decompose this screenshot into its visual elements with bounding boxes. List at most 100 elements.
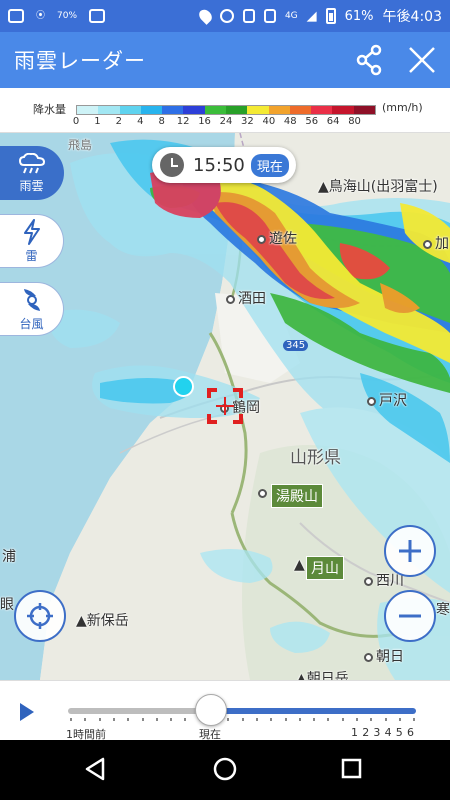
map-label-tobishima: 飛島 xyxy=(68,138,93,152)
timeline-tick xyxy=(127,718,130,721)
crosshair-icon xyxy=(27,603,53,629)
radar-map[interactable]: 飛島 ▲鳥海山(出羽富士) 遊佐 酒田 加 345 鶴岡 戸沢 山形県 湯殿山 … xyxy=(0,133,450,680)
locate-button[interactable] xyxy=(14,590,66,642)
timeline-tick xyxy=(70,718,72,721)
home-icon xyxy=(213,757,237,781)
legend-ticks: 0 1 2 4 8 12 16 24 32 40 48 56 64 80 xyxy=(72,116,382,130)
timeline-tick xyxy=(255,718,258,721)
map-tag-yudonosan: 湯殿山 xyxy=(271,484,323,508)
legend-tick: 64 xyxy=(326,116,340,127)
map-label-gassan-dot: ▲ xyxy=(294,557,305,573)
timeline-tick xyxy=(270,718,273,721)
timeline-slider-thumb[interactable] xyxy=(194,694,227,726)
back-button[interactable] xyxy=(85,757,105,781)
home-button[interactable] xyxy=(213,757,237,781)
legend-label: 降水量 xyxy=(33,103,66,116)
legend-tick: 80 xyxy=(348,116,361,127)
typhoon-button[interactable]: 台風 xyxy=(0,282,64,336)
alarm-icon xyxy=(219,9,234,23)
image-icon xyxy=(89,9,106,23)
clock-label: 午後4:03 xyxy=(382,9,442,25)
current-location-dot xyxy=(173,376,194,397)
legend-swatch xyxy=(183,106,205,114)
map-label-yudonosan xyxy=(258,485,270,501)
timeline-tick xyxy=(356,718,358,721)
timeline-tick xyxy=(170,718,173,721)
typhoon-icon xyxy=(23,288,40,311)
timeline-hour-number: 5 xyxy=(395,726,403,739)
timeline-tick xyxy=(298,718,301,721)
chat-icon xyxy=(8,9,24,23)
timeline-past-track[interactable] xyxy=(68,708,212,714)
close-icon xyxy=(409,47,435,73)
map-tag-gassan: 月山 xyxy=(306,556,344,580)
vibrate-icon xyxy=(242,9,255,23)
wifi-icon: ⦿ xyxy=(36,10,46,21)
lightning-icon xyxy=(23,218,40,245)
timeline-tick xyxy=(227,718,230,721)
legend-tick: 32 xyxy=(241,116,254,127)
typhoon-label: 台風 xyxy=(19,316,44,331)
map-label-yuza: 遊佐 xyxy=(257,228,297,248)
legend-swatch xyxy=(140,106,163,114)
zoom-in-button[interactable] xyxy=(384,525,436,577)
map-label-chokai: ▲鳥海山(出羽富士) xyxy=(318,179,438,195)
legend-tick: 8 xyxy=(158,116,165,127)
timeline-hour-number: 2 xyxy=(362,726,370,739)
map-label-yamagata: 山形県 xyxy=(290,448,341,468)
timeline-tick xyxy=(112,718,115,721)
now-badge: 現在 xyxy=(250,153,289,177)
legend-tick: 2 xyxy=(115,116,123,127)
timeline-tick xyxy=(84,718,87,721)
map-label-kan: 寒 xyxy=(436,602,450,618)
legend-swatch xyxy=(332,106,354,114)
clock-icon xyxy=(160,153,184,177)
timeline-tick xyxy=(313,718,316,721)
time-indicator: 15:50 現在 xyxy=(152,147,296,183)
legend-tick: 0 xyxy=(72,116,80,127)
precipitation-legend: 降水量 0 1 2 4 8 12 16 24 32 40 48 56 64 80 (mm/h) xyxy=(0,88,450,133)
map-label-asahidake: ▲朝日岳 xyxy=(296,671,349,680)
timeline-future-track[interactable] xyxy=(212,708,416,714)
close-button[interactable] xyxy=(402,40,442,80)
legend-tick: 4 xyxy=(137,116,144,127)
zoom-out-button[interactable] xyxy=(384,590,436,642)
legend-tick: 24 xyxy=(219,116,233,127)
rain-cloud-button[interactable]: 雨雲 xyxy=(0,146,64,200)
back-icon xyxy=(85,757,105,781)
network-label: 4G xyxy=(284,10,298,21)
map-label-shinhodake: ▲新保岳 xyxy=(76,613,129,629)
legend-swatch xyxy=(162,106,184,114)
lightning-label: 雷 xyxy=(25,248,38,263)
navigation-bar xyxy=(0,740,450,800)
legend-color-bar xyxy=(76,105,376,115)
timeline-tick xyxy=(384,718,387,721)
map-label-route: 345 xyxy=(283,340,309,351)
battery-icon xyxy=(325,8,336,24)
map-label-sakata: 酒田 xyxy=(226,288,266,308)
timeline-hour-number: 1 xyxy=(351,726,358,739)
recents-button[interactable] xyxy=(341,758,362,779)
timeline-tick xyxy=(241,718,244,721)
rain-cloud-icon xyxy=(18,152,45,173)
current-time: 15:50 xyxy=(193,154,245,176)
lightning-button[interactable]: 雷 xyxy=(0,214,64,268)
legend-swatch xyxy=(225,106,248,114)
share-button[interactable] xyxy=(350,40,390,80)
timeline: 1時間前 現在 123456 xyxy=(0,680,450,741)
timeline-tick xyxy=(184,718,187,721)
timeline-hour-number: 3 xyxy=(373,726,381,739)
legend-swatch xyxy=(119,106,141,114)
signal-icon: ◢ xyxy=(306,8,317,24)
map-label-kanayama: 加 xyxy=(423,233,449,253)
map-label-megane: 眼 xyxy=(0,597,14,613)
status-bar: ⦿ 70% 4G ◢ 61% 午後4:03 xyxy=(0,0,450,32)
battery-small-label: 70% xyxy=(57,10,78,21)
play-icon[interactable] xyxy=(20,703,34,721)
legend-swatch xyxy=(311,106,333,114)
timeline-hour-number: 6 xyxy=(407,726,414,739)
legend-swatch xyxy=(247,106,269,114)
legend-swatch xyxy=(353,106,375,114)
nfc-icon xyxy=(263,9,276,23)
target-marker-icon[interactable] xyxy=(207,388,243,424)
